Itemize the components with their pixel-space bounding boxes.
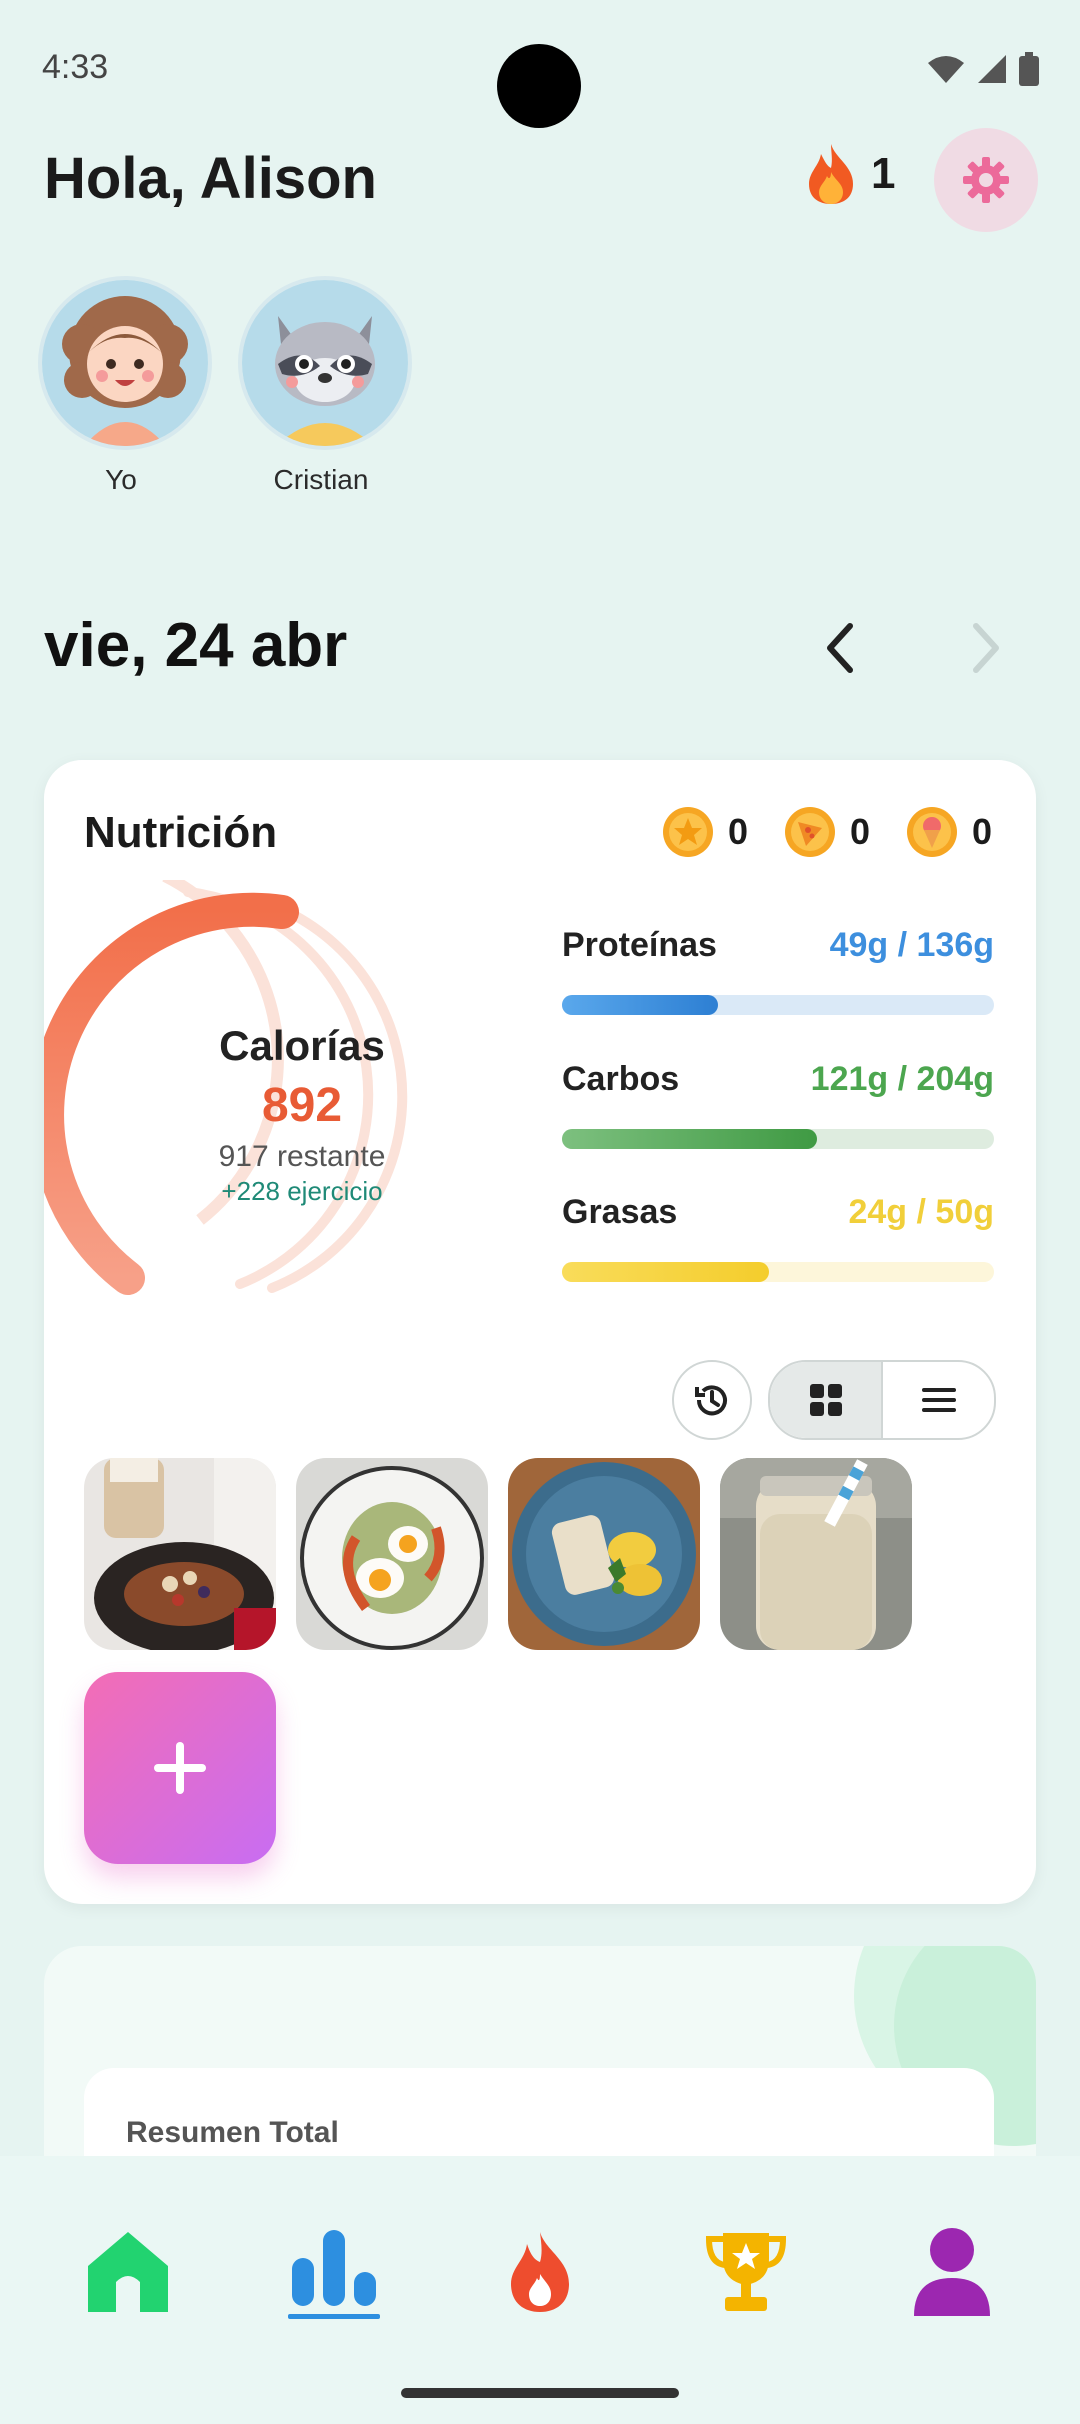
battery-icon (1019, 52, 1039, 86)
macro-fats-label: Grasas (562, 1193, 678, 1231)
trophy-icon (705, 2233, 787, 2311)
home-indicator[interactable] (401, 2388, 679, 2398)
user-icon (914, 2228, 990, 2316)
list-view-button[interactable] (881, 1362, 994, 1438)
nav-stats[interactable] (274, 2212, 394, 2332)
profile-yo[interactable]: Yo (38, 276, 221, 496)
calories-label: Calorías (219, 1022, 385, 1069)
profile-cristian[interactable]: Cristian (238, 276, 421, 496)
wifi-icon (928, 56, 964, 83)
macro-protein-track (562, 995, 994, 1015)
macro-carbs-fill (562, 1129, 817, 1149)
home-icon (88, 2232, 168, 2312)
macro-protein-label: Proteínas (562, 926, 717, 964)
status-time: 4:33 (42, 48, 109, 86)
macro-carbs: Carbos 121g / 204g (562, 1060, 994, 1149)
avatar-label-yo: Yo (105, 464, 137, 495)
french-toast-meal[interactable] (84, 1458, 276, 1650)
raccoon-avatar (238, 276, 412, 450)
badge-star: 0 (662, 806, 748, 858)
nav-home[interactable] (68, 2212, 188, 2332)
view-toggle (768, 1360, 996, 1440)
nav-streak[interactable] (480, 2212, 600, 2332)
summary-title: Resumen Total (126, 2116, 339, 2149)
badge-pizza: 0 (784, 806, 870, 858)
macro-protein-fill (562, 995, 718, 1015)
calories-remaining: 917 restante (218, 1140, 386, 1173)
settings-button[interactable] (934, 128, 1038, 232)
badge-ice-cream: 0 (906, 806, 992, 858)
nav-profile[interactable] (892, 2212, 1012, 2332)
next-day-button[interactable] (946, 608, 1026, 688)
ice-cream-coin-icon (907, 807, 957, 857)
streak-indicator[interactable]: 1 (805, 142, 895, 206)
star-coin-icon (663, 807, 713, 857)
chevron-right-icon (973, 623, 999, 673)
current-date: vie, 24 abr (44, 611, 348, 680)
calories-value: 892 (261, 1079, 343, 1132)
streak-count: 1 (871, 149, 896, 198)
macro-carbs-value: 121g / 204g (810, 1060, 994, 1098)
bottom-navigation (0, 2156, 1080, 2424)
signal-icon (978, 55, 1006, 83)
fire-icon (511, 2232, 569, 2312)
add-meal-button[interactable] (84, 1672, 276, 1864)
pizza-coin-icon (785, 807, 835, 857)
eggs-avocado-meal[interactable] (296, 1458, 488, 1650)
badge-star-count: 0 (728, 811, 749, 852)
gear-icon (963, 157, 1009, 203)
avatar-label-cristian: Cristian (273, 464, 369, 495)
camera-cutout (497, 44, 581, 128)
badge-pizza-count: 0 (850, 811, 871, 852)
history-button[interactable] (672, 1360, 752, 1440)
macro-protein: Proteínas 49g / 136g (562, 926, 994, 1015)
history-icon (695, 1385, 727, 1416)
macro-fats-fill (562, 1262, 770, 1282)
macro-carbs-track (562, 1129, 994, 1149)
prev-day-button[interactable] (800, 608, 880, 688)
nav-trophy[interactable] (686, 2212, 806, 2332)
girl-avatar (38, 276, 212, 450)
macro-fats: Grasas 24g / 50g (562, 1193, 994, 1282)
grid-view-button[interactable] (770, 1362, 881, 1438)
chevron-left-icon (827, 623, 853, 673)
grid-icon (809, 1384, 842, 1416)
nutrition-card: Nutrición 0 0 0 Calorías 892 917 restant… (44, 760, 1036, 1904)
calories-exercise: +228 ejercicio (221, 1176, 383, 1206)
smoothie-meal[interactable] (720, 1458, 912, 1650)
macro-fats-track (562, 1262, 994, 1282)
status-icons (926, 52, 1040, 86)
fire-icon (809, 144, 853, 204)
greeting: Hola, Alison (44, 146, 377, 211)
macro-protein-value: 49g / 136g (829, 926, 994, 964)
macro-carbs-label: Carbos (562, 1060, 680, 1098)
macro-fats-value: 24g / 50g (848, 1193, 994, 1231)
fish-potatoes-meal[interactable] (508, 1458, 700, 1650)
bar-chart-icon (288, 2230, 380, 2319)
plus-icon (154, 1742, 206, 1794)
badge-ice-cream-count: 0 (972, 811, 993, 852)
list-icon (921, 1388, 956, 1412)
